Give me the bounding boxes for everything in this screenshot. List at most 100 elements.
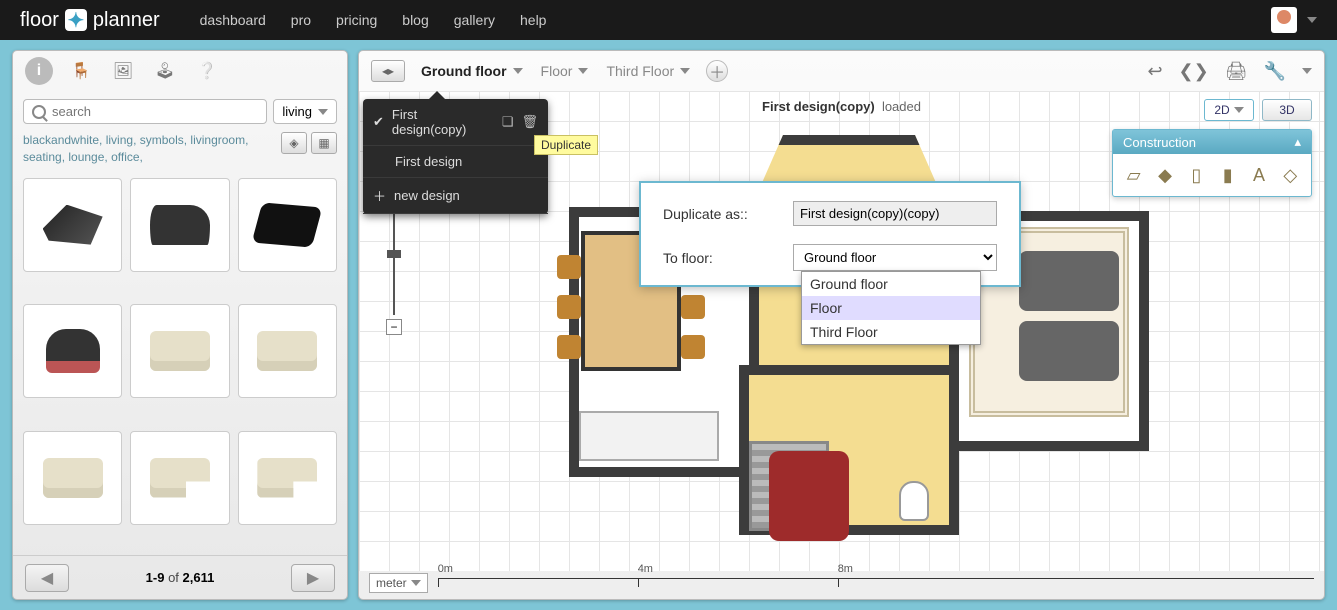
view-2d-button[interactable]: 2D xyxy=(1204,99,1254,121)
nav-help[interactable]: help xyxy=(520,12,546,28)
window-tool-icon[interactable]: ▮ xyxy=(1217,162,1238,188)
nav-pro[interactable]: pro xyxy=(291,12,311,28)
dimension-tool-icon[interactable]: ◇ xyxy=(1280,162,1301,188)
furniture-item[interactable] xyxy=(23,178,122,272)
page-of-label: of xyxy=(168,570,179,585)
page-info: 1-9 of 2,611 xyxy=(146,570,215,585)
search-input[interactable] xyxy=(52,104,258,119)
settings-wrench-icon[interactable]: 🔧 xyxy=(1264,61,1286,82)
new-design-item[interactable]: ＋ new design xyxy=(363,178,548,214)
floor-tab-label: Third Floor xyxy=(606,63,674,79)
ruler-tick-label: 0m xyxy=(438,563,453,575)
duplicate-floor-select[interactable]: Ground floor xyxy=(793,244,997,271)
duplicate-floor-label: To floor: xyxy=(663,250,773,266)
chevron-down-icon xyxy=(318,109,328,115)
plan-status-text: loaded xyxy=(882,99,921,114)
canvas-panel: ◂▸ Ground floor Floor Third Floor ＋ ↩ ❮❯… xyxy=(358,50,1325,600)
furniture-item[interactable] xyxy=(238,178,337,272)
history-nav-button[interactable]: ◂▸ xyxy=(371,60,405,82)
floor-option-highlighted[interactable]: Floor xyxy=(802,296,980,320)
furniture-item[interactable] xyxy=(238,431,337,525)
duplicate-icon[interactable]: ❏ xyxy=(502,114,514,130)
view-3d-icon[interactable]: ◈ xyxy=(281,132,307,154)
add-floor-button[interactable]: ＋ xyxy=(706,60,728,82)
nav-blog[interactable]: blog xyxy=(402,12,428,28)
floor-tab-floor[interactable]: Floor xyxy=(539,59,591,83)
brand-text-2: planner xyxy=(93,9,160,32)
floor-option[interactable]: Ground floor xyxy=(802,272,980,296)
new-design-label: new design xyxy=(394,188,460,203)
door-tool-icon[interactable]: ▯ xyxy=(1186,162,1207,188)
design-item[interactable]: First design xyxy=(363,146,548,178)
view-3d-label: 3D xyxy=(1279,103,1294,117)
help-icon[interactable]: ❔ xyxy=(193,57,221,85)
design-item-label: First design xyxy=(395,154,462,169)
share-icon[interactable]: ❮❯ xyxy=(1179,61,1209,82)
ruler-tick-label: 4m xyxy=(638,563,653,575)
undo-icon[interactable]: ↩ xyxy=(1147,61,1162,82)
page-total: 2,611 xyxy=(183,570,215,585)
category-dropdown[interactable]: living xyxy=(273,99,337,124)
search-box[interactable] xyxy=(23,99,267,124)
unit-label: meter xyxy=(376,576,407,590)
text-tool-icon[interactable]: A xyxy=(1248,162,1269,188)
canvas-toolbar: ◂▸ Ground floor Floor Third Floor ＋ ↩ ❮❯… xyxy=(359,51,1324,91)
nav-pricing[interactable]: pricing xyxy=(336,12,377,28)
plus-icon: ＋ xyxy=(373,186,386,205)
design-dropdown: ✔ First design(copy) ❏ 🗑 First design ＋ … xyxy=(363,99,548,214)
scale-bar: meter 0m 4m 8m xyxy=(369,571,1314,595)
furniture-item[interactable] xyxy=(130,178,229,272)
category-label: living xyxy=(282,104,312,119)
library-panel: i 🪑 🖼 🕹 ❔ living blackandwhite, living, … xyxy=(12,50,348,600)
search-icon xyxy=(32,105,46,119)
ruler-tick-label: 8m xyxy=(838,563,853,575)
furniture-grid xyxy=(13,172,347,555)
nav-dashboard[interactable]: dashboard xyxy=(200,12,266,28)
page-range: 1-9 xyxy=(146,570,165,585)
floor-options-list: Ground floor Floor Third Floor xyxy=(801,271,981,345)
floor-tab-third[interactable]: Third Floor xyxy=(604,59,692,83)
zoom-handle[interactable] xyxy=(387,250,401,258)
floor-tab-ground[interactable]: Ground floor xyxy=(419,59,525,83)
page-prev-button[interactable]: ◀ xyxy=(25,564,69,592)
construction-header[interactable]: Construction ▴ xyxy=(1113,130,1311,154)
zoom-track[interactable] xyxy=(393,205,395,315)
chevron-down-icon xyxy=(1234,107,1244,113)
furniture-item[interactable] xyxy=(130,304,229,398)
photo-icon[interactable]: 🖼 xyxy=(109,57,137,85)
nav-gallery[interactable]: gallery xyxy=(454,12,495,28)
chevron-down-icon xyxy=(411,580,421,586)
page-next-button[interactable]: ▶ xyxy=(291,564,335,592)
view-top-icon[interactable]: ▦ xyxy=(311,132,337,154)
tag-list[interactable]: blackandwhite, living, symbols, livingro… xyxy=(23,132,281,166)
pager: ◀ 1-9 of 2,611 ▶ xyxy=(13,555,347,599)
wall-tool-icon[interactable]: ▱ xyxy=(1123,162,1144,188)
view-mode-toggle: 2D 3D xyxy=(1204,99,1312,121)
floor-option[interactable]: Third Floor xyxy=(802,320,980,344)
unit-dropdown[interactable]: meter xyxy=(369,573,428,593)
chevron-down-icon xyxy=(680,68,690,74)
floor-tab-label: Floor xyxy=(541,63,573,79)
duplicate-name-input[interactable] xyxy=(793,201,997,226)
info-icon[interactable]: i xyxy=(25,57,53,85)
design-item-active[interactable]: ✔ First design(copy) ❏ 🗑 xyxy=(363,99,548,146)
furniture-item[interactable] xyxy=(23,304,122,398)
delete-icon[interactable]: 🗑 xyxy=(521,114,538,130)
zoom-out-button[interactable]: − xyxy=(386,319,402,335)
user-menu-caret-icon[interactable] xyxy=(1307,17,1317,23)
duplicate-name-label: Duplicate as:: xyxy=(663,206,773,222)
print-icon[interactable]: 🖨 xyxy=(1225,61,1248,82)
check-icon: ✔ xyxy=(373,114,384,130)
furniture-item[interactable] xyxy=(130,431,229,525)
chevron-down-icon[interactable] xyxy=(1302,68,1312,74)
ruler: 0m 4m 8m xyxy=(438,578,1314,588)
view-3d-button[interactable]: 3D xyxy=(1262,99,1312,121)
furniture-item[interactable] xyxy=(23,431,122,525)
brand-logo[interactable]: floor ✦ planner xyxy=(20,9,160,32)
duplicate-tooltip: Duplicate xyxy=(534,135,598,155)
surface-tool-icon[interactable]: ◆ xyxy=(1154,162,1175,188)
furniture-icon[interactable]: 🪑 xyxy=(67,57,95,85)
furniture-item[interactable] xyxy=(238,304,337,398)
user-avatar[interactable] xyxy=(1271,7,1297,33)
joystick-icon[interactable]: 🕹 xyxy=(151,57,179,85)
